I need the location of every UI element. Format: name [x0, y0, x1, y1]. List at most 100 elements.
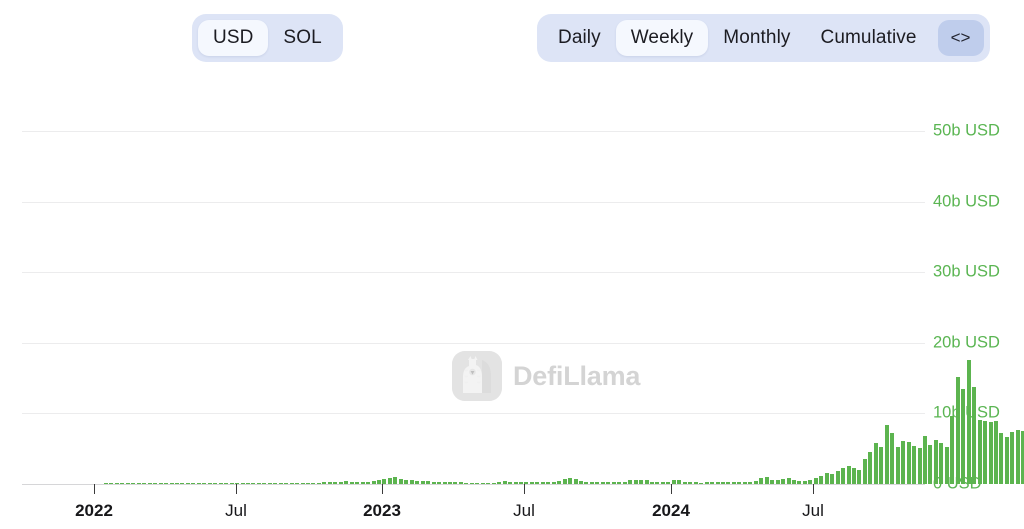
bar[interactable]	[972, 386, 977, 484]
bar[interactable]	[584, 481, 589, 484]
bar[interactable]	[993, 421, 998, 484]
bar[interactable]	[633, 479, 638, 484]
bar[interactable]	[715, 482, 720, 484]
bar[interactable]	[944, 446, 949, 484]
bar[interactable]	[764, 476, 769, 484]
bar[interactable]	[524, 482, 529, 484]
bar[interactable]	[262, 482, 267, 484]
bar[interactable]	[573, 479, 578, 484]
currency-option-sol[interactable]: SOL	[268, 20, 336, 56]
bar[interactable]	[185, 483, 190, 484]
bar[interactable]	[344, 481, 349, 484]
bar[interactable]	[824, 472, 829, 484]
interval-option-cumulative[interactable]: Cumulative	[806, 20, 932, 56]
bar[interactable]	[890, 433, 895, 484]
bar[interactable]	[868, 451, 873, 484]
bar[interactable]	[142, 483, 147, 484]
bar[interactable]	[562, 479, 567, 484]
bar[interactable]	[289, 482, 294, 484]
bar[interactable]	[442, 481, 447, 484]
bar[interactable]	[393, 476, 398, 484]
bar[interactable]	[349, 481, 354, 484]
bar[interactable]	[666, 481, 671, 484]
bar[interactable]	[1010, 432, 1015, 484]
bar[interactable]	[256, 483, 261, 484]
bar[interactable]	[224, 483, 229, 484]
bar[interactable]	[617, 482, 622, 484]
bar[interactable]	[169, 483, 174, 484]
bar[interactable]	[491, 483, 496, 484]
bar[interactable]	[207, 483, 212, 484]
bar[interactable]	[748, 481, 753, 484]
bar[interactable]	[808, 480, 813, 484]
bar[interactable]	[999, 433, 1004, 484]
bar[interactable]	[147, 483, 152, 484]
bar[interactable]	[322, 482, 327, 484]
bar[interactable]	[535, 482, 540, 484]
bar[interactable]	[153, 483, 158, 484]
bar[interactable]	[557, 481, 562, 484]
bar[interactable]	[955, 376, 960, 484]
bar[interactable]	[191, 483, 196, 484]
bar[interactable]	[1004, 436, 1009, 484]
bar[interactable]	[660, 482, 665, 484]
bar[interactable]	[595, 482, 600, 484]
bar[interactable]	[781, 479, 786, 484]
bar[interactable]	[857, 469, 862, 484]
bar[interactable]	[125, 483, 130, 484]
bar[interactable]	[950, 415, 955, 484]
bar[interactable]	[540, 482, 545, 484]
bar[interactable]	[628, 480, 633, 484]
bar[interactable]	[1015, 430, 1020, 484]
bar[interactable]	[464, 482, 469, 484]
bar-series[interactable]	[0, 78, 1024, 529]
bar[interactable]	[202, 483, 207, 484]
bar[interactable]	[644, 480, 649, 484]
bar[interactable]	[245, 483, 250, 484]
bar[interactable]	[497, 481, 502, 484]
bar[interactable]	[114, 483, 119, 484]
bar[interactable]	[671, 479, 676, 484]
bar[interactable]	[759, 477, 764, 484]
bar[interactable]	[398, 478, 403, 484]
bar[interactable]	[852, 467, 857, 484]
bar[interactable]	[704, 482, 709, 484]
bar[interactable]	[469, 482, 474, 484]
bar[interactable]	[988, 421, 993, 484]
bar[interactable]	[409, 480, 414, 484]
bar[interactable]	[677, 480, 682, 484]
bar[interactable]	[966, 359, 971, 484]
bar[interactable]	[371, 480, 376, 484]
bar[interactable]	[791, 480, 796, 484]
bar[interactable]	[917, 448, 922, 484]
bar[interactable]	[983, 421, 988, 484]
bar[interactable]	[513, 481, 518, 484]
bar[interactable]	[961, 388, 966, 484]
bar[interactable]	[196, 483, 201, 484]
interval-toggle[interactable]: Daily Weekly Monthly Cumulative <>	[537, 14, 990, 62]
bar[interactable]	[158, 483, 163, 484]
bar[interactable]	[174, 483, 179, 484]
bar[interactable]	[311, 482, 316, 484]
bar[interactable]	[404, 479, 409, 484]
bar[interactable]	[731, 482, 736, 484]
bar[interactable]	[753, 481, 758, 484]
bar[interactable]	[251, 483, 256, 484]
bar[interactable]	[333, 481, 338, 484]
bar[interactable]	[431, 481, 436, 484]
bar[interactable]	[710, 482, 715, 484]
bar[interactable]	[912, 445, 917, 484]
bar[interactable]	[475, 482, 480, 484]
bar[interactable]	[295, 482, 300, 484]
bar[interactable]	[218, 483, 223, 484]
bar[interactable]	[316, 482, 321, 484]
bar[interactable]	[579, 480, 584, 484]
bar[interactable]	[278, 483, 283, 484]
bar[interactable]	[360, 481, 365, 484]
bar[interactable]	[693, 482, 698, 484]
bar[interactable]	[366, 481, 371, 484]
bar[interactable]	[873, 443, 878, 484]
bar[interactable]	[327, 482, 332, 484]
bar[interactable]	[486, 482, 491, 484]
bar[interactable]	[775, 480, 780, 484]
